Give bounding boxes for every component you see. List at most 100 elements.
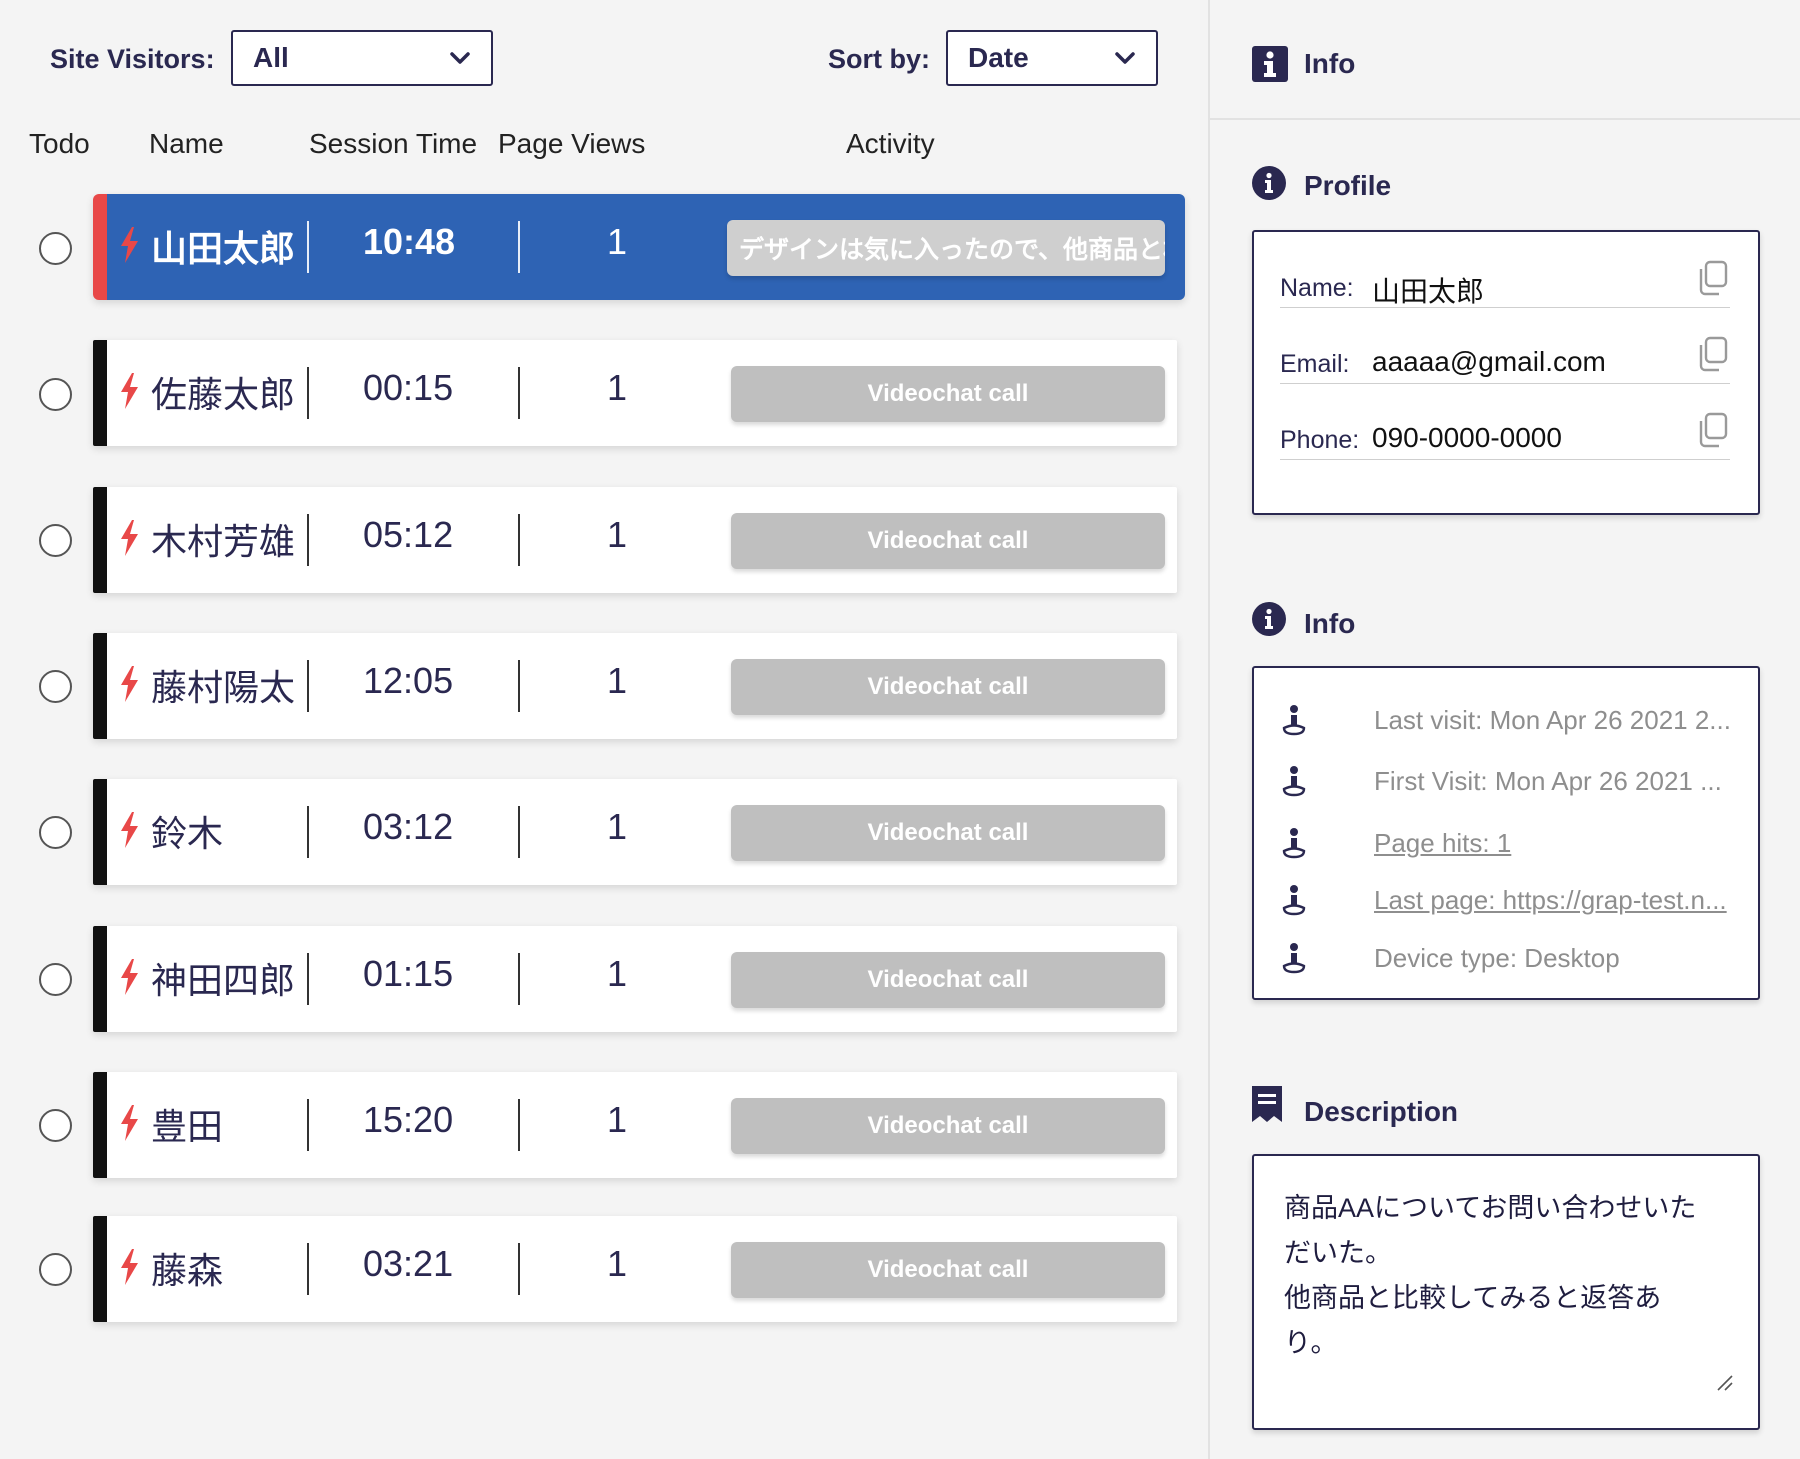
todo-radio[interactable]: [39, 378, 72, 411]
info-item-first-visit: First Visit: Mon Apr 26 2021 ...: [1280, 763, 1730, 803]
videochat-call-button[interactable]: Videochat call: [731, 366, 1165, 422]
page-views: 1: [607, 221, 628, 262]
todo-radio[interactable]: [39, 963, 72, 996]
visitor-row[interactable]: 神田四郎 01:15 1 Videochat call: [93, 926, 1177, 1032]
name-label: Name:: [1280, 274, 1354, 302]
info-item-text: First Visit: Mon Apr 26 2021 ...: [1374, 766, 1722, 796]
page-views: 1: [607, 1099, 628, 1140]
todo-radio[interactable]: [39, 670, 72, 703]
column-separator: [518, 953, 520, 1005]
bolt-icon: [121, 520, 138, 556]
visitor-row[interactable]: 豊田 15:20 1 Videochat call: [93, 1072, 1177, 1178]
copy-icon[interactable]: [1696, 260, 1730, 296]
visitor-row[interactable]: 藤森 03:21 1 Videochat call: [93, 1216, 1177, 1322]
profile-phone-row: Phone: 090-0000-0000: [1280, 412, 1730, 460]
visitor-row[interactable]: 佐藤太郎 00:15 1 Videochat call: [93, 340, 1177, 446]
page-views: 1: [607, 514, 628, 555]
copy-icon[interactable]: [1696, 412, 1730, 448]
column-header-activity: Activity: [846, 128, 935, 159]
visitor-name: 鈴木: [151, 813, 224, 854]
info-item-text: Device type: Desktop: [1374, 943, 1620, 973]
map-pin-icon: [1282, 705, 1306, 736]
column-separator: [307, 221, 309, 273]
activity-note-button[interactable]: デザインは気に入ったので、他商品と検討: [727, 220, 1165, 276]
column-separator: [307, 1099, 309, 1151]
videochat-call-button[interactable]: Videochat call: [731, 513, 1165, 569]
visitor-name: 神田四郎: [151, 960, 296, 1001]
todo-radio[interactable]: [39, 1109, 72, 1142]
site-visitors-label: Site Visitors:: [50, 44, 215, 74]
bolt-icon: [121, 812, 138, 848]
bolt-icon: [121, 227, 138, 263]
profile-card: Name: 山田太郎 Email: aaaaa@gmail.com Phone:…: [1252, 230, 1760, 515]
map-pin-icon: [1282, 828, 1306, 859]
email-value: aaaaa@gmail.com: [1372, 346, 1606, 377]
profile-section-title: Profile: [1304, 170, 1392, 201]
name-value: 山田太郎: [1372, 276, 1485, 307]
session-time: 05:12: [363, 514, 454, 555]
column-header-todo: Todo: [29, 128, 90, 159]
site-visitors-select[interactable]: All: [231, 30, 493, 86]
site-visitors-value: All: [253, 42, 289, 73]
column-header-name: Name: [149, 128, 224, 159]
page-views: 1: [607, 367, 628, 408]
resize-handle-icon[interactable]: [1714, 1372, 1734, 1392]
chevron-down-icon: [1114, 47, 1136, 69]
bolt-icon: [121, 1105, 138, 1141]
description-textarea[interactable]: 商品AAについてお問い合わせいた だいた。 他商品と比較してみると返答あ り。: [1252, 1154, 1760, 1430]
column-separator: [518, 806, 520, 858]
session-time: 01:15: [363, 953, 454, 994]
videochat-call-button[interactable]: Videochat call: [731, 659, 1165, 715]
info-square-icon: [1252, 46, 1288, 82]
todo-radio[interactable]: [39, 232, 72, 265]
info-item-last-page[interactable]: Last page: https://grap-test.n...: [1280, 882, 1730, 922]
sort-by-value: Date: [968, 42, 1029, 73]
videochat-call-button[interactable]: Videochat call: [731, 952, 1165, 1008]
visitor-row[interactable]: 山田太郎 10:48 1 デザインは気に入ったので、他商品と検討: [93, 194, 1185, 300]
visitor-row[interactable]: 鈴木 03:12 1 Videochat call: [93, 779, 1177, 885]
videochat-call-button[interactable]: Videochat call: [731, 1242, 1165, 1298]
column-separator: [518, 221, 520, 273]
visitor-name: 木村芳雄: [151, 521, 296, 562]
session-time: 03:21: [363, 1243, 454, 1284]
todo-radio[interactable]: [39, 816, 72, 849]
copy-icon[interactable]: [1696, 336, 1730, 372]
session-time: 03:12: [363, 806, 454, 847]
visitor-list-pane: Site Visitors: All Sort by: Date Todo Na…: [0, 0, 1208, 1459]
page-views: 1: [607, 806, 628, 847]
info-item-page-hits[interactable]: Page hits: 1: [1280, 825, 1730, 865]
column-separator: [307, 367, 309, 419]
session-time: 15:20: [363, 1099, 454, 1140]
info-item-device-type: Device type: Desktop: [1280, 940, 1730, 980]
column-separator: [307, 660, 309, 712]
column-separator: [307, 514, 309, 566]
column-header-session-time: Session Time: [309, 128, 478, 159]
visitor-name: 山田太郎: [151, 228, 296, 269]
phone-value: 090-0000-0000: [1372, 422, 1562, 453]
visitor-row[interactable]: 木村芳雄 05:12 1 Videochat call: [93, 487, 1177, 593]
videochat-call-button[interactable]: Videochat call: [731, 1098, 1165, 1154]
column-separator: [518, 1099, 520, 1151]
sort-by-label: Sort by:: [828, 44, 931, 74]
last-page-link[interactable]: Last page: https://grap-test.n...: [1374, 885, 1752, 916]
column-separator: [518, 367, 520, 419]
sort-by-select[interactable]: Date: [946, 30, 1158, 86]
visitor-name: 藤村陽太: [151, 667, 296, 708]
bolt-icon: [121, 959, 138, 995]
map-pin-icon: [1282, 885, 1306, 916]
todo-radio[interactable]: [39, 524, 72, 557]
info-item-last-visit: Last visit: Mon Apr 26 2021 2...: [1280, 702, 1731, 742]
column-separator: [307, 1243, 309, 1295]
bolt-icon: [121, 666, 138, 702]
description-section-title: Description: [1304, 1096, 1459, 1127]
todo-radio[interactable]: [39, 1253, 72, 1286]
page-hits-link[interactable]: Page hits: 1: [1374, 828, 1752, 859]
bolt-icon: [121, 373, 138, 409]
panel-title: Info: [1304, 48, 1356, 79]
column-separator: [518, 1243, 520, 1295]
videochat-call-button[interactable]: Videochat call: [731, 805, 1165, 861]
page-views: 1: [607, 660, 628, 701]
visitor-name: 藤森: [151, 1250, 224, 1291]
visitor-row[interactable]: 藤村陽太 12:05 1 Videochat call: [93, 633, 1177, 739]
column-separator: [307, 806, 309, 858]
